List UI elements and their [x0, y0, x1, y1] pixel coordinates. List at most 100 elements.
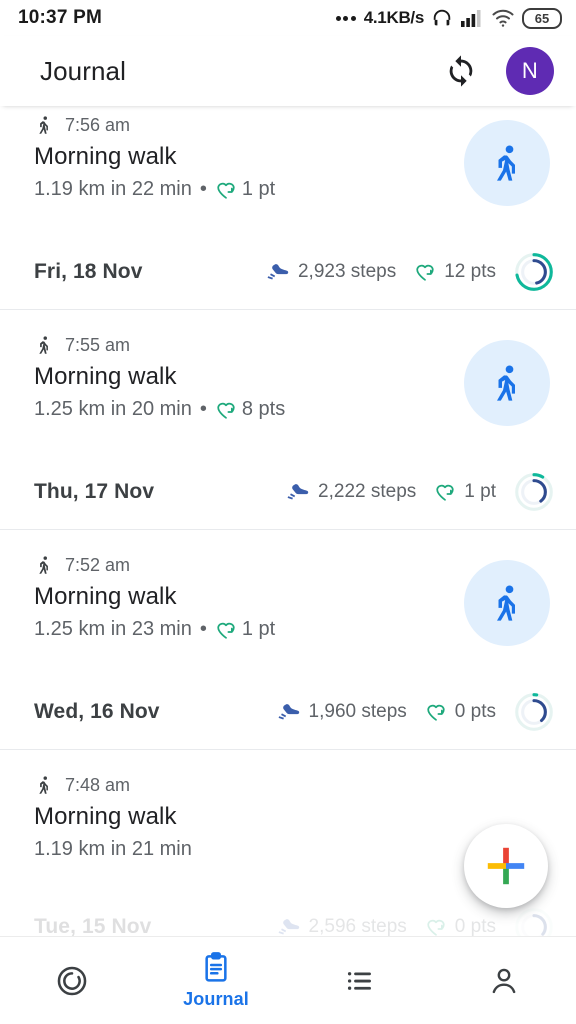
day-summary-steps-value: 2,222 steps: [318, 480, 417, 502]
nav-item-profile[interactable]: [432, 937, 576, 1024]
walking-icon: [34, 773, 54, 797]
day-summary-points: 0 pts: [425, 916, 496, 938]
day-summary-date: Thu, 17 Nov: [34, 479, 155, 503]
status-bar: 10:37 PM 4.1KB/s 65: [0, 0, 576, 36]
shoe-steps-icon: [266, 261, 290, 283]
list-icon: [344, 965, 376, 997]
heart-points-icon: [215, 399, 237, 421]
shoe-steps-icon: [277, 916, 301, 938]
status-bar-network-speed: 4.1KB/s: [363, 8, 425, 27]
day-summary-row[interactable]: Wed, 16 Nov 1,960 steps 0 pts: [0, 674, 576, 750]
activity-badge: [464, 560, 550, 646]
heart-points-icon: [215, 179, 237, 201]
day-summary-points: 1 pt: [434, 481, 496, 503]
activity-title: Morning walk: [34, 803, 177, 830]
day-summary-metrics: 1,960 steps 0 pts: [277, 692, 554, 732]
progress-ring: [514, 252, 554, 292]
day-summary-date: Fri, 18 Nov: [34, 259, 143, 283]
nav-item-list[interactable]: [288, 937, 432, 1024]
clipboard-journal-icon: [200, 951, 232, 983]
activity-subtitle: 1.19 km in 22 min • 1 pt: [34, 178, 464, 201]
activity-time: 7:52 am: [65, 554, 131, 575]
walking-person-icon: [487, 140, 527, 186]
activity-title: Morning walk: [34, 143, 177, 170]
add-fab-button[interactable]: [464, 824, 548, 908]
nav-item-journal-label: Journal: [183, 989, 249, 1009]
walking-icon: [34, 113, 54, 137]
headphones-icon: [431, 7, 453, 29]
activity-points: 1 pt: [215, 618, 275, 641]
bottom-navigation: Journal: [0, 936, 576, 1024]
day-summary-steps-value: 2,596 steps: [308, 916, 407, 937]
activity-points-value: 1 pt: [241, 178, 276, 200]
activity-points-value: 8 pts: [241, 398, 286, 420]
app-bar-actions: N: [444, 47, 554, 95]
day-summary-steps-value: 1,960 steps: [308, 700, 407, 722]
list-item[interactable]: 7:52 am Morning walk 1.25 km in 23 min •: [0, 530, 576, 646]
day-summary-steps-value: 2,923 steps: [297, 260, 397, 282]
activity-points: 8 pts: [215, 398, 285, 421]
home-rings-icon: [55, 964, 89, 998]
battery-icon: 65: [522, 7, 562, 29]
app-bar: Journal N: [0, 36, 576, 106]
day-summary-points-value: 0 pts: [454, 916, 496, 937]
activity-subtitle: 1.25 km in 23 min • 1 pt: [34, 618, 464, 641]
day-summary-steps: 1,960 steps: [277, 701, 407, 723]
list-item[interactable]: 7:56 am Morning walk 1.19 km in 22 min •: [0, 106, 576, 206]
status-bar-icons: 4.1KB/s 65: [335, 7, 562, 29]
activity-separator: •: [199, 178, 207, 200]
sync-icon[interactable]: [444, 54, 478, 88]
battery-level: 65: [534, 10, 550, 26]
nav-item-journal[interactable]: Journal: [144, 937, 288, 1024]
progress-ring: [514, 472, 554, 512]
activity-distance-duration: 1.19 km in 22 min: [34, 178, 192, 200]
nav-item-home[interactable]: [0, 937, 144, 1024]
heart-points-icon: [425, 916, 447, 938]
activity-points: 1 pt: [215, 178, 275, 201]
activity-subtitle: 1.25 km in 20 min • 8 pts: [34, 398, 464, 421]
activity-distance-duration: 1.19 km in 21 min: [34, 838, 192, 860]
activity-badge: [464, 120, 550, 206]
activity-title: Morning walk: [34, 363, 177, 390]
day-summary-date: Wed, 16 Nov: [34, 699, 160, 723]
walking-person-icon: [487, 580, 527, 626]
day-summary-points-value: 0 pts: [454, 700, 496, 722]
activity-separator: •: [199, 398, 207, 420]
heart-points-icon: [414, 261, 436, 283]
day-summary-metrics: 2,222 steps 1 pt: [286, 472, 554, 512]
day-summary-points: 0 pts: [425, 701, 496, 723]
activity-time: 7:48 am: [65, 774, 131, 795]
shoe-steps-icon: [286, 481, 310, 503]
avatar-initial: N: [521, 58, 539, 83]
heart-points-icon: [434, 481, 456, 503]
page-title: Journal: [40, 55, 126, 86]
activity-time: 7:55 am: [65, 334, 131, 355]
day-summary-points: 12 pts: [414, 261, 496, 283]
heart-points-icon: [215, 619, 237, 641]
activity-badge: [464, 340, 550, 426]
signal-bars-icon: [460, 8, 484, 28]
shoe-steps-icon: [277, 701, 301, 723]
heart-points-icon: [425, 701, 447, 723]
google-plus-add-icon: [483, 843, 529, 889]
day-summary-steps: 2,222 steps: [286, 481, 416, 503]
list-item[interactable]: 7:55 am Morning walk 1.25 km in 20 min •: [0, 310, 576, 426]
activity-points-value: 1 pt: [241, 618, 276, 640]
app-screen: 10:37 PM 4.1KB/s 65 Journal N 7:56 am Mo…: [0, 0, 576, 1024]
day-summary-metrics: 2,923 steps 12 pts: [266, 252, 554, 292]
activity-title: Morning walk: [34, 583, 177, 610]
walking-icon: [34, 553, 54, 577]
day-summary-steps: 2,596 steps: [277, 916, 407, 938]
status-bar-time: 10:37 PM: [18, 7, 102, 28]
activity-time: 7:56 am: [65, 114, 131, 135]
activity-distance-duration: 1.25 km in 23 min: [34, 618, 192, 640]
day-summary-row[interactable]: Thu, 17 Nov 2,222 steps 1 pt: [0, 454, 576, 530]
day-summary-points-value: 1 pt: [464, 480, 496, 502]
activity-separator: •: [199, 618, 207, 640]
wifi-icon: [491, 8, 515, 28]
day-summary-row[interactable]: Fri, 18 Nov 2,923 steps 12 pts: [0, 234, 576, 310]
more-dots-icon: [335, 15, 356, 21]
person-profile-icon: [488, 965, 520, 997]
activity-distance-duration: 1.25 km in 20 min: [34, 398, 192, 420]
avatar[interactable]: N: [506, 47, 554, 95]
